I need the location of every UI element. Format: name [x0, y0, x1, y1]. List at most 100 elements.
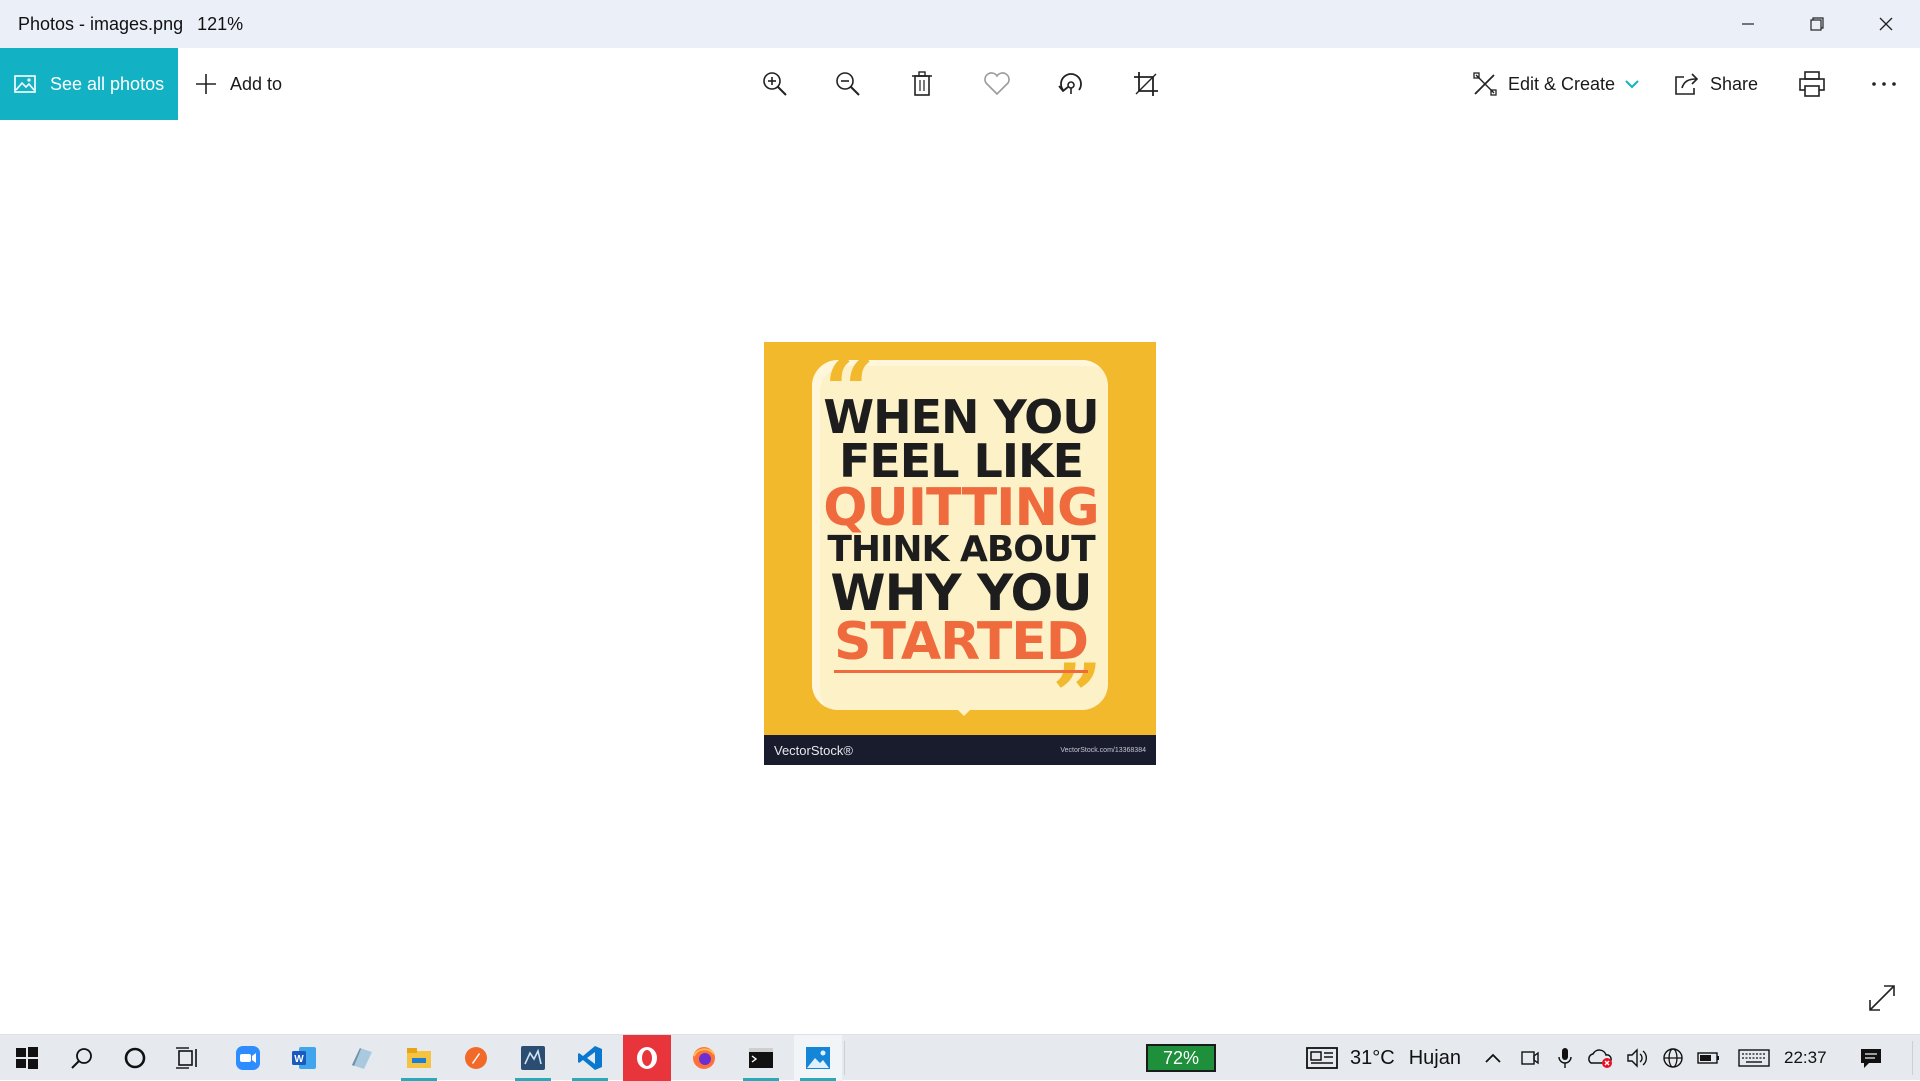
zoom-out-button[interactable]: [830, 66, 866, 102]
title-bar: Photos - images.png 121%: [0, 0, 1920, 48]
add-to-label: Add to: [230, 73, 283, 94]
delete-icon: [912, 71, 932, 96]
taskbar-clock[interactable]: 22:37: [1784, 1035, 1827, 1081]
tray-network[interactable]: [1658, 1035, 1688, 1081]
taskbar: W 72% 31°C Hujan 22:37: [0, 1034, 1920, 1081]
tray-volume[interactable]: [1622, 1035, 1652, 1081]
more-icon: [1872, 82, 1896, 86]
svg-text:W: W: [294, 1054, 304, 1065]
taskbar-app-opera[interactable]: [623, 1035, 671, 1081]
share-label: Share: [1710, 73, 1759, 94]
show-hidden-icons-button[interactable]: [1478, 1035, 1508, 1081]
tray-camera[interactable]: [1515, 1035, 1545, 1081]
task-view-button[interactable]: [164, 1035, 212, 1081]
rotate-button[interactable]: [1053, 66, 1089, 102]
favorite-heart-icon: [984, 72, 1010, 96]
file-explorer-icon: [407, 1048, 431, 1068]
notes-app-icon: [352, 1048, 372, 1069]
crop-icon: [1134, 72, 1158, 96]
notification-icon: [1861, 1049, 1881, 1068]
tray-battery[interactable]: [1694, 1035, 1724, 1081]
weather-condition: Hujan: [1408, 1046, 1461, 1069]
see-all-photos-button[interactable]: See all photos: [0, 48, 178, 120]
battery-icon: [1697, 1052, 1719, 1064]
word-app-icon: W: [292, 1047, 316, 1069]
tray-onedrive[interactable]: [1585, 1035, 1615, 1081]
weather-temperature: 31°C: [1350, 1046, 1395, 1069]
watermark-url: VectorStock.com/13368384: [1060, 746, 1146, 754]
zoom-out-icon: [836, 72, 860, 96]
taskbar-app-zoom[interactable]: [224, 1035, 272, 1081]
expand-icon: [1869, 985, 1895, 1011]
chevron-down-icon: [1625, 80, 1639, 89]
weather-widget[interactable]: 31°C Hujan: [1306, 1035, 1461, 1081]
edit-create-label: Edit & Create: [1508, 73, 1616, 94]
minimize-icon: [1741, 23, 1754, 25]
zoom-level: 121%: [197, 13, 244, 34]
microphone-icon: [1558, 1048, 1572, 1068]
terminal-icon: [749, 1048, 773, 1068]
window-title: Photos - images.png: [18, 13, 184, 34]
tray-touch-keyboard[interactable]: [1736, 1035, 1772, 1081]
firefox-icon: [693, 1047, 715, 1069]
chevron-up-icon: [1485, 1053, 1501, 1063]
globe-network-icon: [1663, 1048, 1683, 1068]
crop-button[interactable]: [1128, 66, 1164, 102]
taskbar-app-word[interactable]: W: [280, 1035, 328, 1081]
show-desktop-button[interactable]: [1912, 1041, 1913, 1075]
taskbar-app-notes[interactable]: [337, 1035, 385, 1081]
fullscreen-button[interactable]: [1864, 980, 1900, 1016]
minimize-button[interactable]: [1713, 0, 1782, 48]
taskbar-app-brave[interactable]: [452, 1035, 500, 1081]
print-button[interactable]: [1794, 66, 1830, 102]
taskbar-app-firefox[interactable]: [680, 1035, 728, 1081]
search-icon: [71, 1048, 92, 1069]
action-center-button[interactable]: [1856, 1035, 1886, 1081]
share-icon: [1675, 73, 1699, 95]
brave-app-icon: [465, 1047, 487, 1069]
vscode-icon: [578, 1046, 602, 1070]
windows-start-icon: [16, 1047, 38, 1069]
quote-text: WHEN YOU FEEL LIKE QUITTING THINK ABOUT …: [818, 394, 1104, 673]
edit-create-icon: [1473, 72, 1497, 96]
close-button[interactable]: [1851, 0, 1920, 48]
add-to-button[interactable]: Add to: [194, 48, 282, 120]
displayed-image[interactable]: “ ” WHEN YOU FEEL LIKE QUITTING THINK AB…: [764, 342, 1156, 765]
share-button[interactable]: Share: [1674, 48, 1758, 120]
taskbar-separator: [844, 1041, 845, 1075]
quote-line: THINK ABOUT: [827, 529, 1095, 570]
task-view-icon: [176, 1047, 197, 1069]
volume-icon: [1627, 1048, 1647, 1068]
photos-gallery-icon: [14, 75, 36, 93]
delete-button[interactable]: [904, 66, 940, 102]
zoom-in-button[interactable]: [757, 66, 793, 102]
zoom-in-icon: [763, 72, 787, 96]
restore-button[interactable]: [1782, 0, 1851, 48]
quote-line: QUITTING: [823, 478, 1099, 538]
cortana-button[interactable]: [111, 1035, 159, 1081]
cortana-icon: [124, 1047, 146, 1069]
battery-monitor-widget[interactable]: 72%: [1146, 1044, 1216, 1072]
quote-line: WHY YOU: [830, 564, 1092, 622]
quote-line: STARTED: [834, 612, 1089, 673]
favorite-button[interactable]: [979, 66, 1015, 102]
start-button[interactable]: [3, 1035, 51, 1081]
rotate-icon: [1058, 73, 1082, 94]
news-weather-icon: [1306, 1047, 1338, 1069]
taskbar-app-file-explorer[interactable]: [395, 1035, 443, 1081]
taskbar-app-vscode[interactable]: [566, 1035, 614, 1081]
tray-microphone[interactable]: [1550, 1035, 1580, 1081]
keyboard-icon: [1738, 1049, 1770, 1067]
command-bar: See all photos Add to Edit & Create Shar…: [0, 48, 1920, 120]
camera-icon: [1521, 1051, 1539, 1065]
taskbar-app-photos[interactable]: [794, 1035, 842, 1081]
battery-monitor-percent: 72%: [1162, 1047, 1200, 1068]
more-options-button[interactable]: [1866, 66, 1902, 102]
mysql-workbench-icon: [521, 1046, 545, 1070]
taskbar-app-terminal[interactable]: [737, 1035, 785, 1081]
plus-icon: [196, 74, 216, 94]
restore-icon: [1809, 17, 1824, 31]
taskbar-app-mysql-workbench[interactable]: [509, 1035, 557, 1081]
edit-create-button[interactable]: Edit & Create: [1472, 48, 1639, 120]
taskbar-search-button[interactable]: [58, 1035, 106, 1081]
